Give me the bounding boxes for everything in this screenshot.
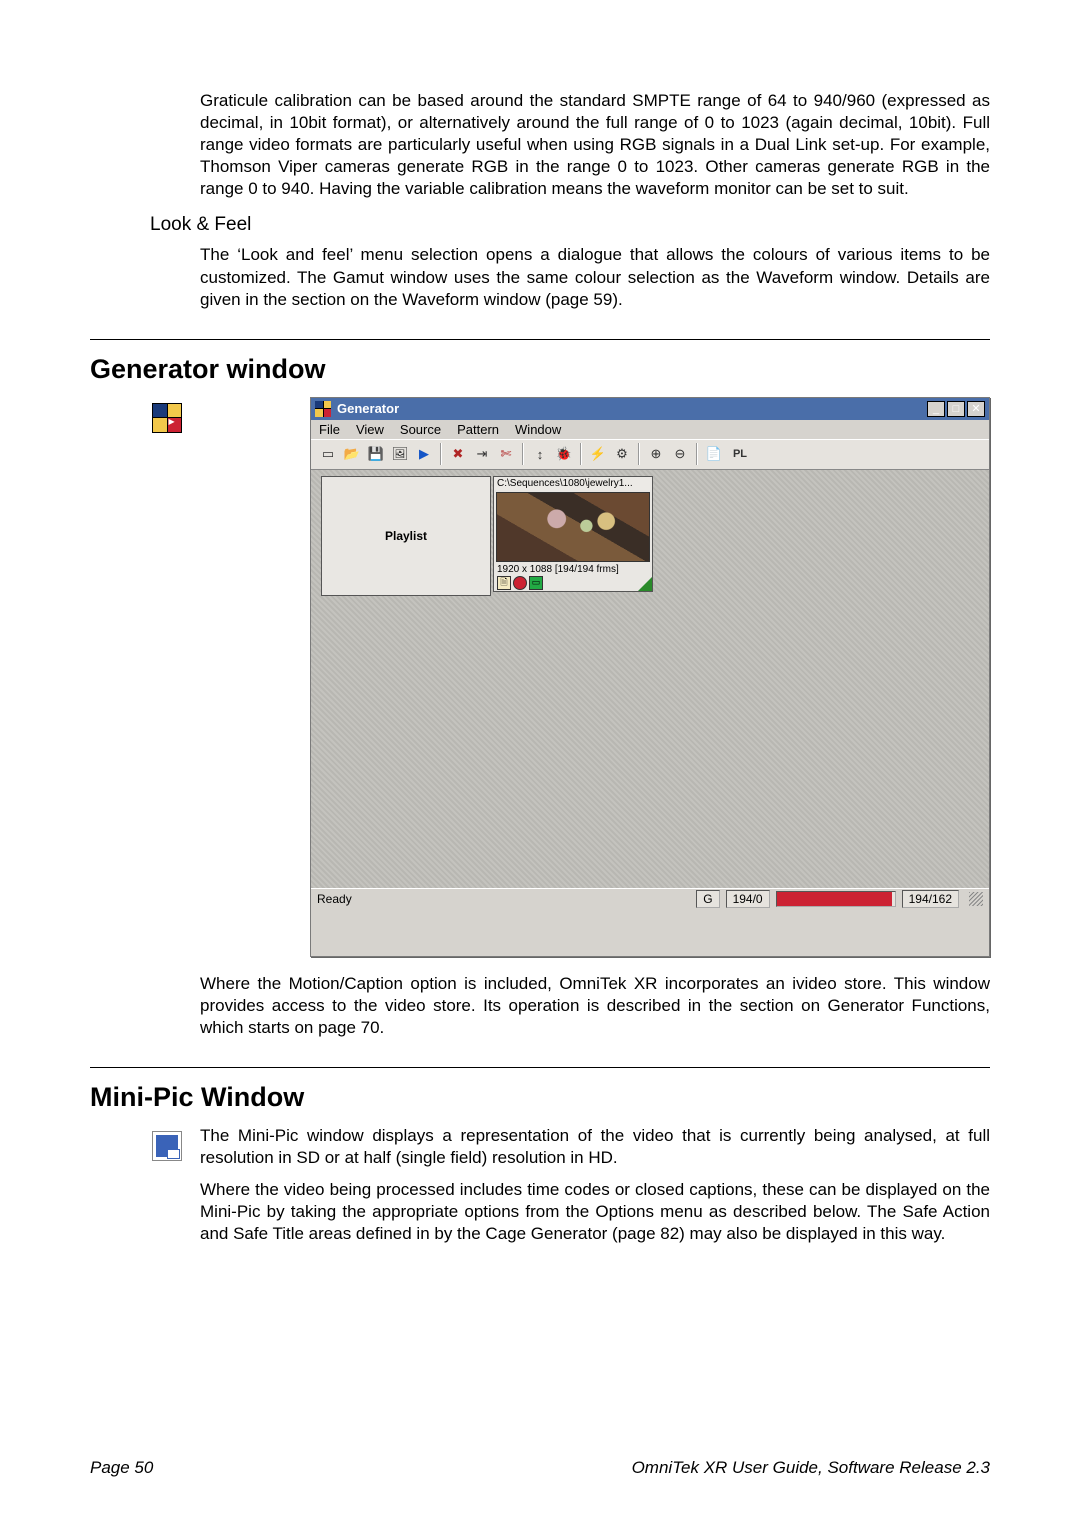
new-icon[interactable]: ▭ xyxy=(317,443,339,465)
section-divider xyxy=(90,339,990,340)
intro-paragraph: Graticule calibration can be based aroun… xyxy=(200,90,990,200)
look-and-feel-paragraph: The ‘Look and feel’ menu selection opens… xyxy=(200,244,990,310)
zoom-out-icon[interactable]: ⊖ xyxy=(669,443,691,465)
titlebar[interactable]: Generator _ □ ✕ xyxy=(311,398,989,420)
menu-file[interactable]: File xyxy=(319,422,340,437)
toolbar: ▭📂💾🖼▶ ✖⇥✄ ↕🐞 ⚡⚙ ⊕⊖ 📄PL xyxy=(311,440,989,470)
toolbar-separator xyxy=(580,443,582,465)
toolbar-separator xyxy=(522,443,524,465)
status-progress xyxy=(776,891,896,907)
clip-doc-icon[interactable]: 🗎 xyxy=(497,576,511,590)
list-icon[interactable]: 📄 xyxy=(703,443,725,465)
clip-meta: 1920 x 1088 [194/194 frms] xyxy=(494,564,652,575)
mini-pic-heading: Mini-Pic Window xyxy=(90,1082,990,1113)
clip-path: C:\Sequences\1080\jewelry1... xyxy=(494,477,652,490)
gears-icon[interactable]: ⚙ xyxy=(611,443,633,465)
playlist-tile[interactable]: Playlist xyxy=(321,476,491,596)
generator-window-heading: Generator window xyxy=(90,354,990,385)
zoom-in-icon[interactable]: ⊕ xyxy=(645,443,667,465)
clip-tile[interactable]: C:\Sequences\1080\jewelry1... 1920 x 108… xyxy=(493,476,653,592)
save-icon[interactable]: 💾 xyxy=(365,443,387,465)
app-icon xyxy=(315,401,331,417)
cut-icon[interactable]: ✄ xyxy=(495,443,517,465)
playlist-btn[interactable]: PL xyxy=(727,443,753,465)
bug-icon[interactable]: 🐞 xyxy=(553,443,575,465)
menu-source[interactable]: Source xyxy=(400,422,441,437)
footer-page: Page 50 xyxy=(90,1458,153,1478)
menu-pattern[interactable]: Pattern xyxy=(457,422,499,437)
open-icon[interactable]: 📂 xyxy=(341,443,363,465)
statusbar: Ready G 194/0 194/162 xyxy=(311,888,989,910)
toolbar-separator xyxy=(638,443,640,465)
footer-doc: OmniTek XR User Guide, Software Release … xyxy=(632,1458,990,1478)
clip-thumbnail xyxy=(496,492,650,562)
look-and-feel-heading: Look & Feel xyxy=(150,214,990,236)
mini-pic-paragraph-1: The Mini-Pic window displays a represent… xyxy=(200,1125,990,1169)
menu-window[interactable]: Window xyxy=(515,422,561,437)
generator-app-icon xyxy=(152,403,182,433)
maximize-icon[interactable]: □ xyxy=(947,401,965,417)
delete-icon[interactable]: ✖ xyxy=(447,443,469,465)
workspace-canvas[interactable]: Playlist C:\Sequences\1080\jewelry1... 1… xyxy=(311,470,989,888)
window-title: Generator xyxy=(337,401,399,416)
status-counter-1: 194/0 xyxy=(726,890,770,908)
menubar: File View Source Pattern Window xyxy=(311,420,989,440)
clip-region-icon[interactable]: ▭ xyxy=(529,576,543,590)
goto-end-icon[interactable]: ⇥ xyxy=(471,443,493,465)
generator-window: Generator _ □ ✕ File View Source Pattern… xyxy=(310,397,990,957)
play-icon[interactable]: ▶ xyxy=(413,443,435,465)
section-divider xyxy=(90,1067,990,1068)
status-counter-2: 194/162 xyxy=(902,890,959,908)
mini-pic-icon xyxy=(152,1131,182,1161)
clip-record-icon[interactable] xyxy=(513,576,527,590)
toolbar-separator xyxy=(440,443,442,465)
toolbar-separator xyxy=(696,443,698,465)
resize-grip-icon[interactable] xyxy=(969,892,983,906)
minimize-icon[interactable]: _ xyxy=(927,401,945,417)
status-g: G xyxy=(696,890,719,908)
close-icon[interactable]: ✕ xyxy=(967,401,985,417)
generator-paragraph: Where the Motion/Caption option is inclu… xyxy=(200,973,990,1039)
resize-v-icon[interactable]: ↕ xyxy=(529,443,551,465)
picture-icon[interactable]: 🖼 xyxy=(389,443,411,465)
status-ready: Ready xyxy=(317,892,352,906)
mini-pic-paragraph-2: Where the video being processed includes… xyxy=(200,1179,990,1245)
speed-icon[interactable]: ⚡ xyxy=(587,443,609,465)
menu-view[interactable]: View xyxy=(356,422,384,437)
